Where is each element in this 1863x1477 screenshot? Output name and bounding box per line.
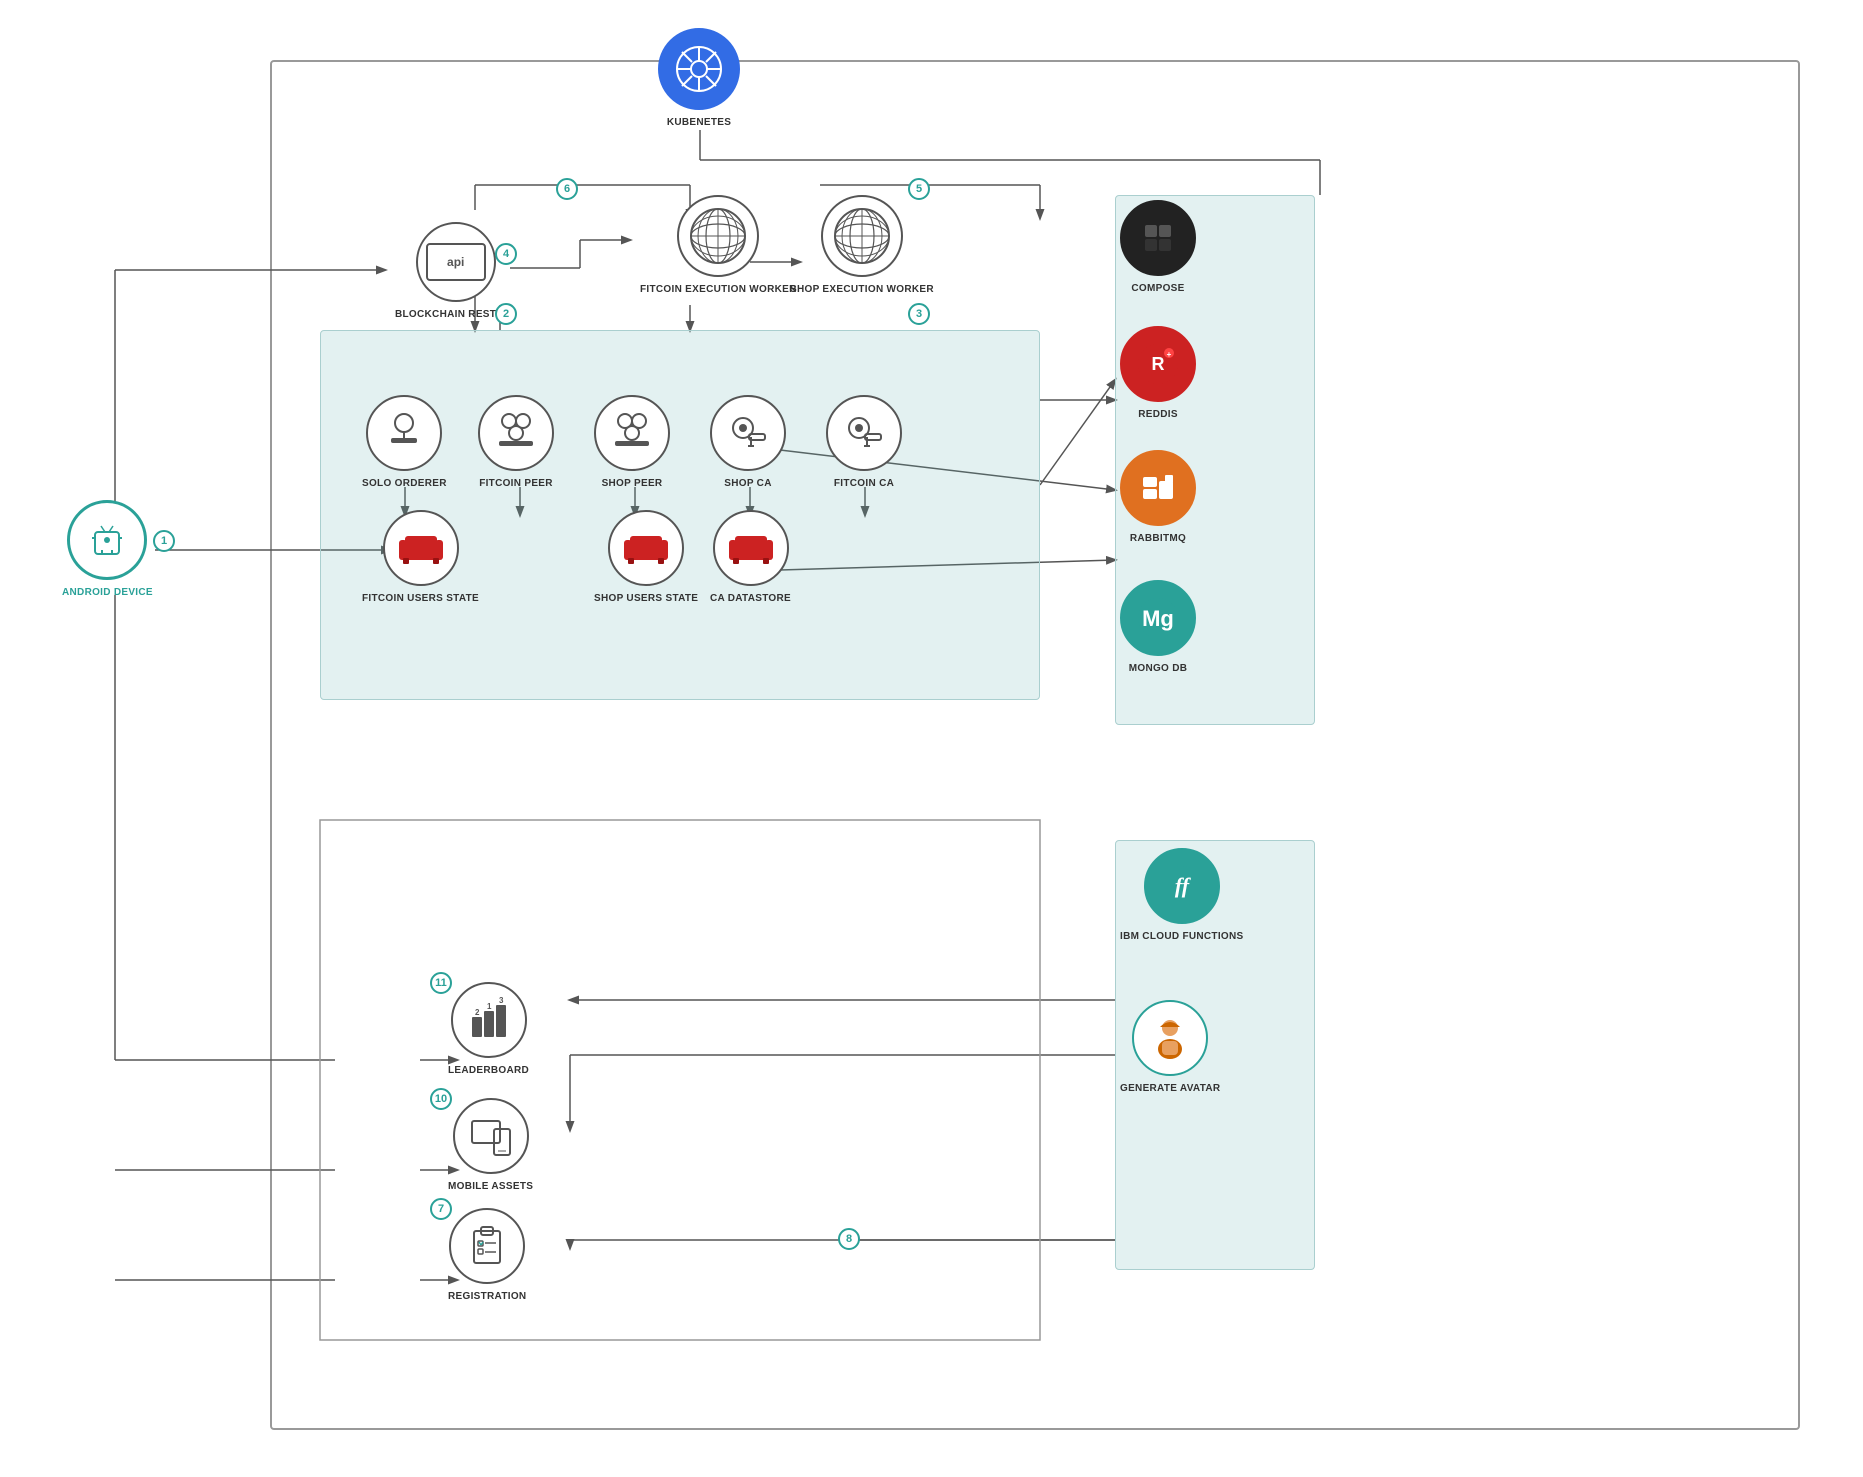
badge-1: 1 [153, 530, 175, 552]
badge-6: 6 [556, 178, 578, 200]
registration-node: REGISTRATION [448, 1208, 526, 1303]
shop-peer-node: SHOP PEER [594, 395, 670, 490]
compose-node: COMPOSE [1120, 200, 1196, 295]
badge-2: 2 [495, 303, 517, 325]
svg-text:2: 2 [475, 1008, 480, 1017]
badge-7: 7 [430, 1198, 452, 1220]
badge-10: 10 [430, 1088, 452, 1110]
shop-worker-node: SHOP EXECUTION WORKER [790, 195, 934, 296]
ca-datastore-node: CA DATASTORE [710, 510, 791, 605]
badge-3: 3 [908, 303, 930, 325]
kubernetes-node: KUBENETES [658, 28, 740, 129]
mongodb-node: Mg MONGO DB [1120, 580, 1196, 675]
ibm-cloud-functions-node: ff IBM CLOUD FUNCTIONS [1120, 848, 1243, 943]
svg-text:R: R [1152, 354, 1165, 374]
diagram-container: KUBENETES ANDROID DEVICE api BLOCKCHAIN … [0, 0, 1863, 1477]
badge-11: 11 [430, 972, 452, 994]
android-device-node: ANDROID DEVICE [62, 500, 153, 599]
shop-users-state-node: SHOP USERS STATE [594, 510, 698, 605]
generate-avatar-node: GENERATE AVATAR [1120, 1000, 1220, 1095]
svg-text:+: + [1167, 350, 1172, 359]
svg-text:3: 3 [499, 997, 504, 1005]
fitcoin-ca-node: FITCOIN CA [826, 395, 902, 490]
badge-8: 8 [838, 1228, 860, 1250]
mobile-assets-node: MOBILE ASSETS [448, 1098, 533, 1193]
leaderboard-node: 2 1 3 LEADERBOARD [448, 982, 529, 1077]
redis-node: R + REDDIS [1120, 326, 1196, 421]
svg-text:Mg: Mg [1142, 606, 1174, 631]
rabbitmq-node: RABBITMQ [1120, 450, 1196, 545]
svg-text:1: 1 [487, 1002, 492, 1011]
fitcoin-worker-node: FITCOIN EXECUTION WORKER [640, 195, 797, 296]
fitcoin-users-state-node: FITCOIN USERS STATE [362, 510, 479, 605]
badge-5: 5 [908, 178, 930, 200]
badge-4: 4 [495, 243, 517, 265]
solo-orderer-node: SOLO ORDERER [362, 395, 447, 490]
shop-ca-node: SHOP CA [710, 395, 786, 490]
fitcoin-peer-node: FITCOIN PEER [478, 395, 554, 490]
